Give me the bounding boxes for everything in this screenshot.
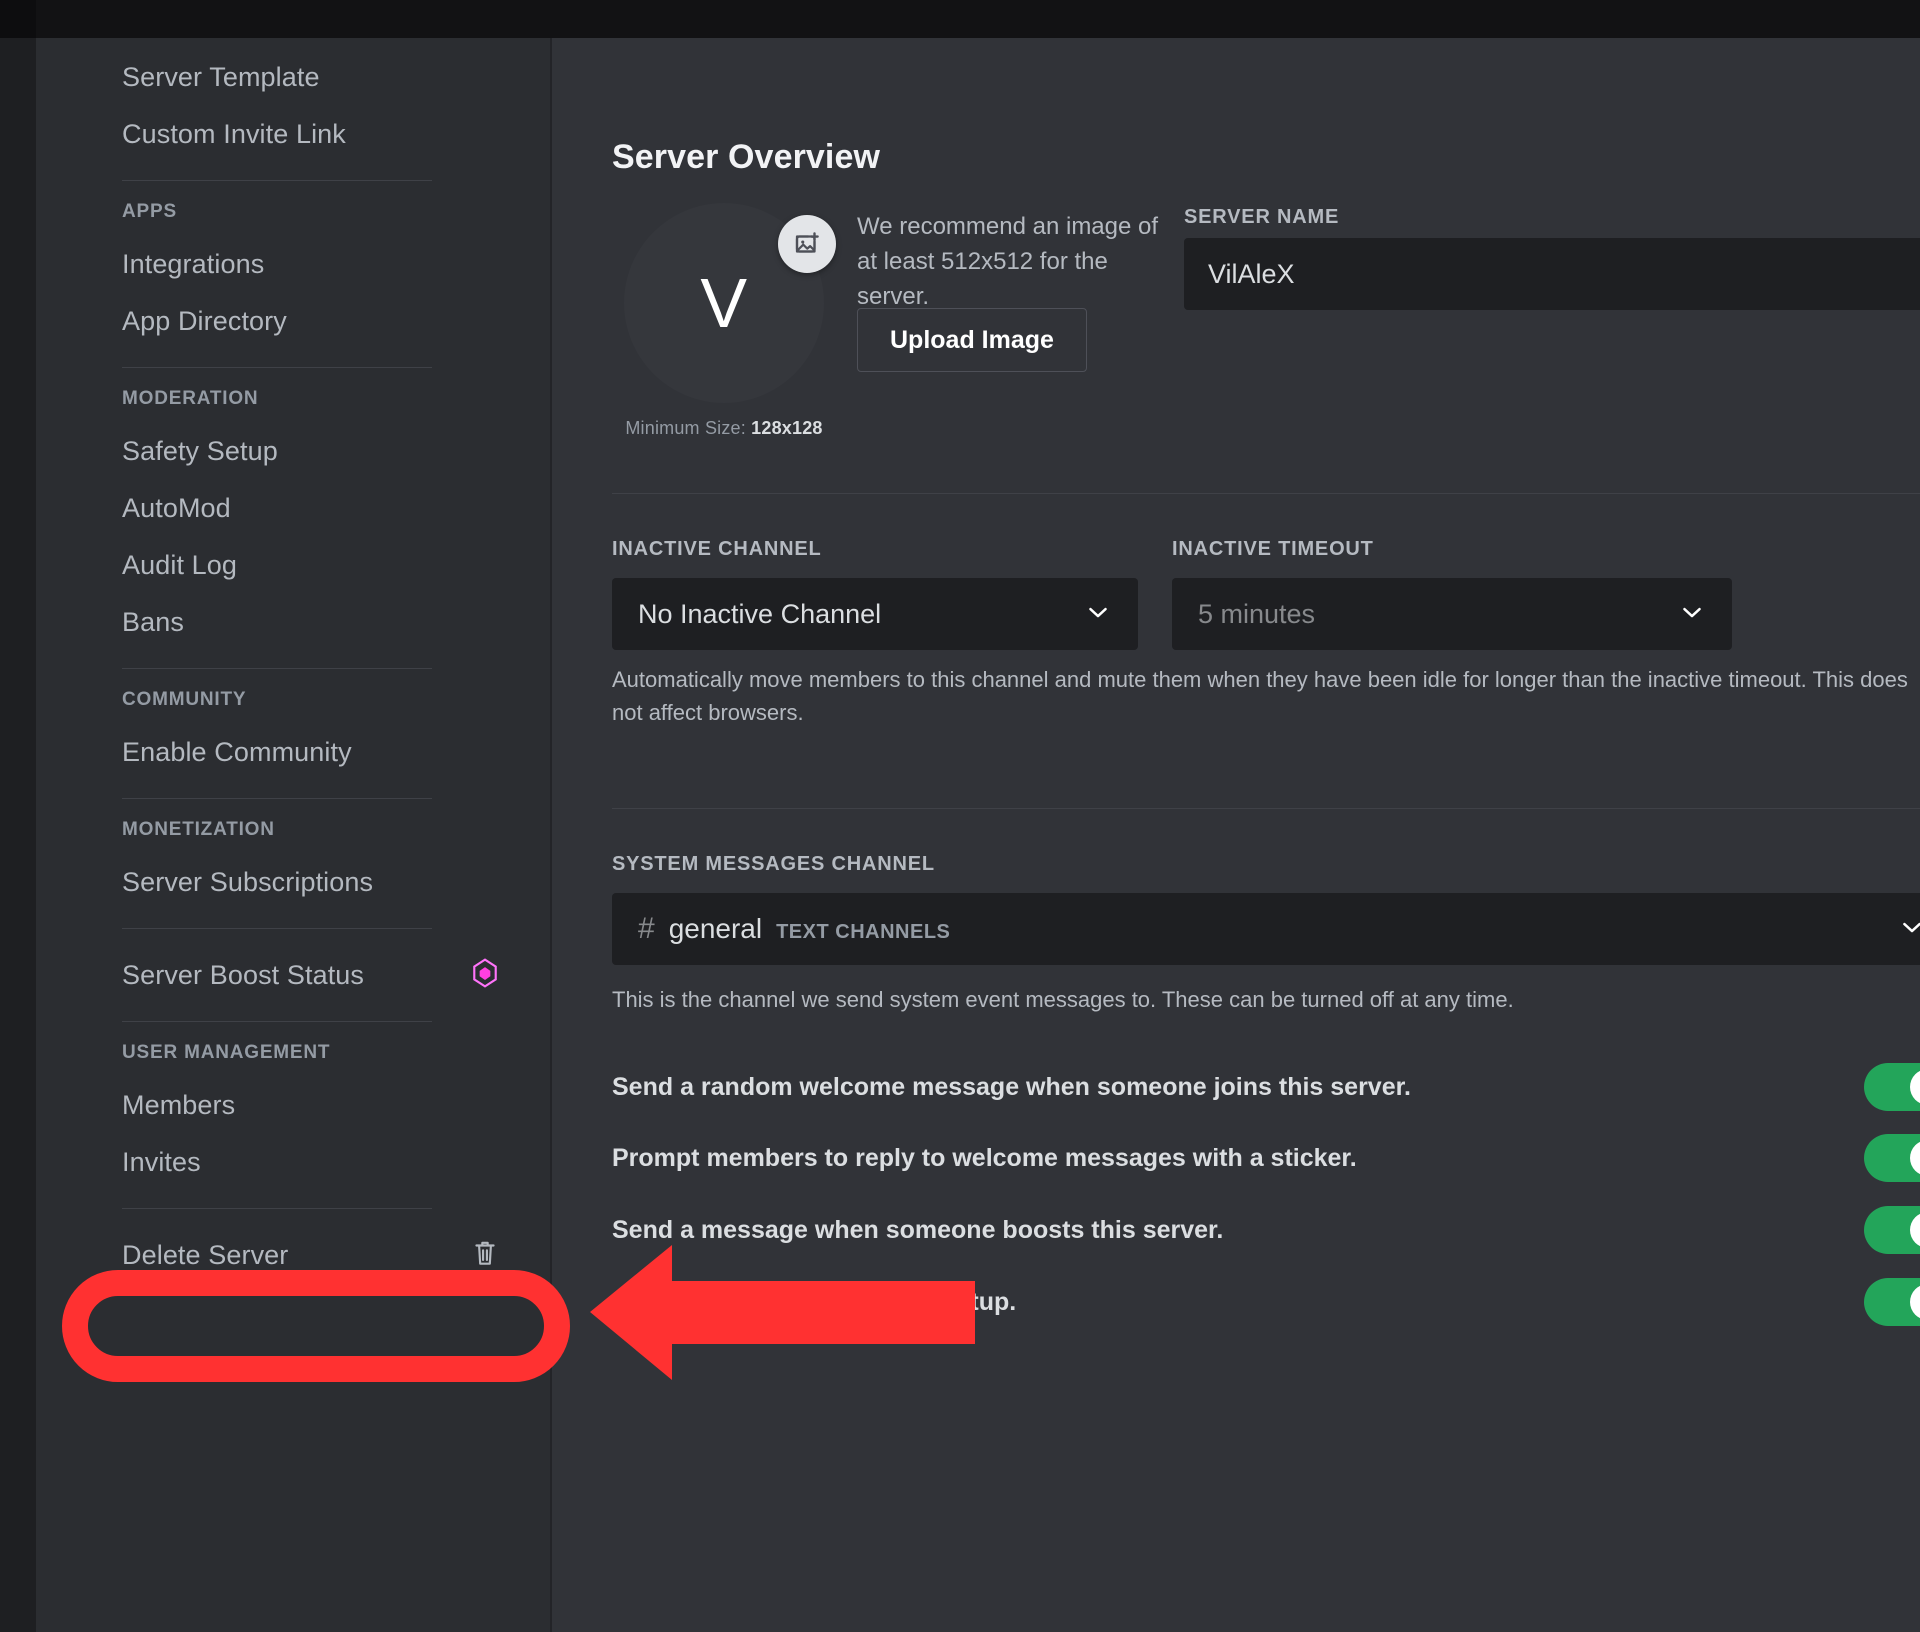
toggle-row: Prompt members to reply to welcome messa…: [612, 1131, 1920, 1185]
discord-server-settings-screen: Server Template Custom Invite Link APPS Int…: [0, 0, 1920, 1632]
settings-sidebar-list: Server Template Custom Invite Link APPS Int…: [36, 38, 550, 1280]
upload-image-button[interactable]: Upload Image: [857, 308, 1087, 372]
toggle-switch[interactable]: [1864, 1278, 1920, 1326]
sidebar-divider: [122, 367, 432, 368]
min-size-hint: Minimum Size: 128x128: [592, 418, 856, 439]
trash-icon: [475, 1241, 495, 1265]
sidebar-section-apps: APPS: [122, 201, 177, 222]
sidebar-item-server-boost-status[interactable]: Server Boost Status: [88, 950, 512, 1000]
server-icon-uploader[interactable]: V: [624, 203, 836, 403]
inactive-timeout-label: INACTIVE TIMEOUT: [1172, 538, 1374, 560]
sidebar-item-label: Server Template: [122, 61, 320, 92]
sidebar-item-label: Server Subscriptions: [122, 866, 374, 897]
sidebar-divider: [122, 1208, 432, 1209]
sidebar-item-label: Enable Community: [122, 736, 352, 767]
section-divider-1: [612, 493, 1920, 494]
sidebar-divider: [122, 1021, 432, 1022]
sidebar-section-user-management: USER MANAGEMENT: [122, 1042, 331, 1063]
trash-icon: [472, 1238, 498, 1273]
inactive-channel-select[interactable]: No Inactive Channel: [612, 578, 1138, 650]
system-messages-label: SYSTEM MESSAGES CHANNEL: [612, 853, 935, 875]
sidebar-item-members[interactable]: Members: [88, 1080, 512, 1130]
sidebar-item-server-template[interactable]: Server Template: [88, 52, 512, 102]
left-gutter: [0, 38, 36, 1632]
sidebar-item-label: Integrations: [122, 248, 265, 279]
toggle-switch[interactable]: [1864, 1063, 1920, 1111]
sidebar-section-monetization: MONETIZATION: [122, 819, 275, 840]
system-messages-channel-name: general: [668, 913, 763, 944]
window-top-bar-left: [0, 0, 36, 38]
toggle-row: Send helpful tips for server setup.: [612, 1275, 1920, 1329]
sidebar-section-moderation: MODERATION: [122, 388, 259, 409]
sidebar-item-label: App Directory: [122, 305, 287, 336]
sidebar-section-community: COMMUNITY: [122, 689, 247, 710]
toggle-label: Send a message when someone boosts this …: [612, 1215, 1224, 1244]
window-top-bar: [0, 0, 1920, 38]
sidebar-item-label: Audit Log: [122, 549, 237, 580]
sidebar-item-label: Members: [122, 1089, 236, 1120]
section-divider-2: [612, 808, 1920, 809]
system-messages-channel-category: TEXT CHANNELS: [776, 921, 951, 943]
sidebar-item-label: Server Boost Status: [122, 959, 365, 990]
sidebar-divider: [122, 668, 432, 669]
image-recommendation-text: We recommend an image of at least 512x51…: [857, 213, 1159, 310]
sidebar-item-label: Bans: [122, 606, 184, 637]
chevron-down-icon: [1678, 598, 1706, 631]
toggle-row: Send a message when someone boosts this …: [612, 1203, 1920, 1257]
inactive-channel-value: No Inactive Channel: [638, 598, 882, 629]
system-messages-help-text: This is the channel we send system event…: [612, 987, 1514, 1012]
chevron-down-icon: [1898, 913, 1920, 946]
page-title: Server Overview: [612, 138, 881, 176]
settings-main-panel: Server Overview V Minimum Size: 128x128 …: [552, 38, 1920, 1632]
toggle-switch[interactable]: [1864, 1134, 1920, 1182]
inactive-timeout-value: 5 minutes: [1198, 598, 1316, 629]
sidebar-divider: [122, 798, 432, 799]
sidebar-item-audit-log[interactable]: Audit Log: [88, 540, 512, 590]
toggle-label: Send helpful tips for server setup.: [612, 1287, 1017, 1316]
sidebar-item-enable-community[interactable]: Enable Community: [88, 727, 512, 777]
server-name-input[interactable]: [1184, 238, 1920, 310]
inactive-channel-label: INACTIVE CHANNEL: [612, 538, 822, 560]
sidebar-item-label: Invites: [122, 1146, 201, 1177]
sidebar-divider: [122, 928, 432, 929]
sidebar-item-server-subscriptions[interactable]: Server Subscriptions: [88, 857, 512, 907]
hash-icon: #: [638, 912, 655, 945]
sidebar-item-app-directory[interactable]: App Directory: [88, 296, 512, 346]
sidebar-divider: [122, 180, 432, 181]
inactive-help-text: Automatically move members to this chann…: [612, 667, 1908, 725]
toggle-switch[interactable]: [1864, 1206, 1920, 1254]
sidebar-item-label: Custom Invite Link: [122, 118, 346, 149]
system-messages-channel-select[interactable]: # general TEXT CHANNELS: [612, 893, 1920, 965]
sidebar-item-label: Delete Server: [122, 1239, 289, 1270]
sidebar-item-custom-invite-link[interactable]: Custom Invite Link: [88, 109, 512, 159]
inactive-timeout-select[interactable]: 5 minutes: [1172, 578, 1732, 650]
sidebar-item-automod[interactable]: AutoMod: [88, 483, 512, 533]
toggle-label: Send a random welcome message when someo…: [612, 1072, 1411, 1101]
sidebar-item-safety-setup[interactable]: Safety Setup: [88, 426, 512, 476]
sidebar-item-delete-server[interactable]: Delete Server: [88, 1230, 512, 1280]
boost-icon: [472, 957, 498, 993]
boost-icon: [473, 957, 497, 988]
sidebar-item-bans[interactable]: Bans: [88, 597, 512, 647]
sidebar-item-integrations[interactable]: Integrations: [88, 239, 512, 289]
add-image-icon[interactable]: [778, 215, 836, 273]
sidebar-item-invites[interactable]: Invites: [88, 1137, 512, 1187]
sidebar-item-label: Safety Setup: [122, 435, 278, 466]
min-size-value: 128x128: [751, 418, 823, 438]
chevron-down-icon: [1084, 598, 1112, 631]
toggle-row: Send a random welcome message when someo…: [612, 1060, 1920, 1114]
sidebar-item-label: AutoMod: [122, 492, 231, 523]
server-name-label: SERVER NAME: [1184, 206, 1340, 228]
min-size-prefix: Minimum Size:: [625, 418, 752, 438]
toggle-label: Prompt members to reply to welcome messa…: [612, 1143, 1357, 1172]
settings-sidebar: Server Template Custom Invite Link APPS Int…: [36, 38, 550, 1632]
